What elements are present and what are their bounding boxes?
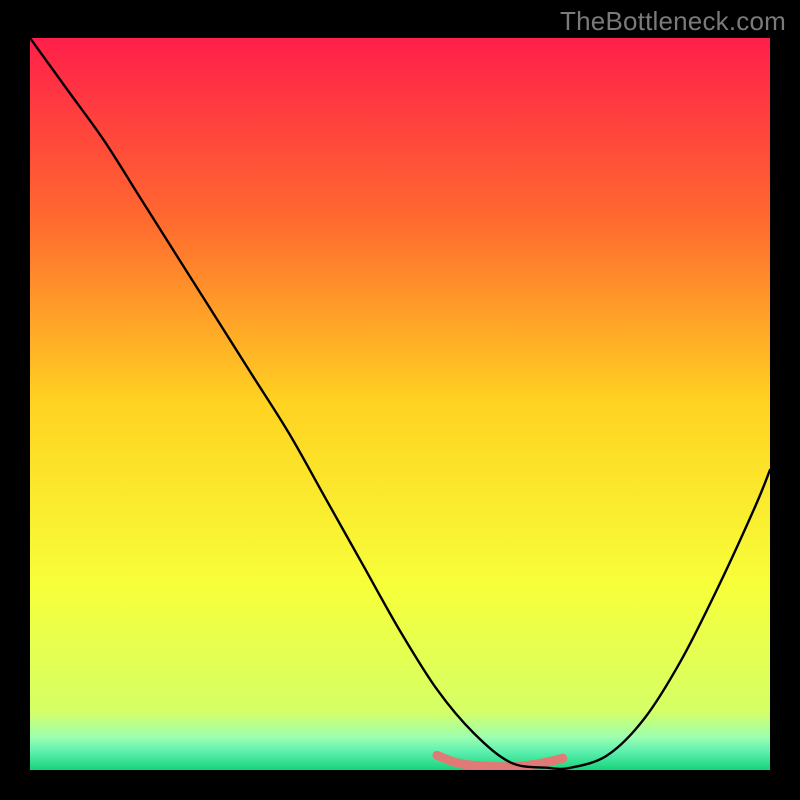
plot-area xyxy=(30,38,770,770)
bottleneck-curve-chart xyxy=(30,38,770,770)
chart-container: TheBottleneck.com xyxy=(0,0,800,800)
gradient-background xyxy=(30,38,770,770)
attribution-label: TheBottleneck.com xyxy=(560,6,786,37)
